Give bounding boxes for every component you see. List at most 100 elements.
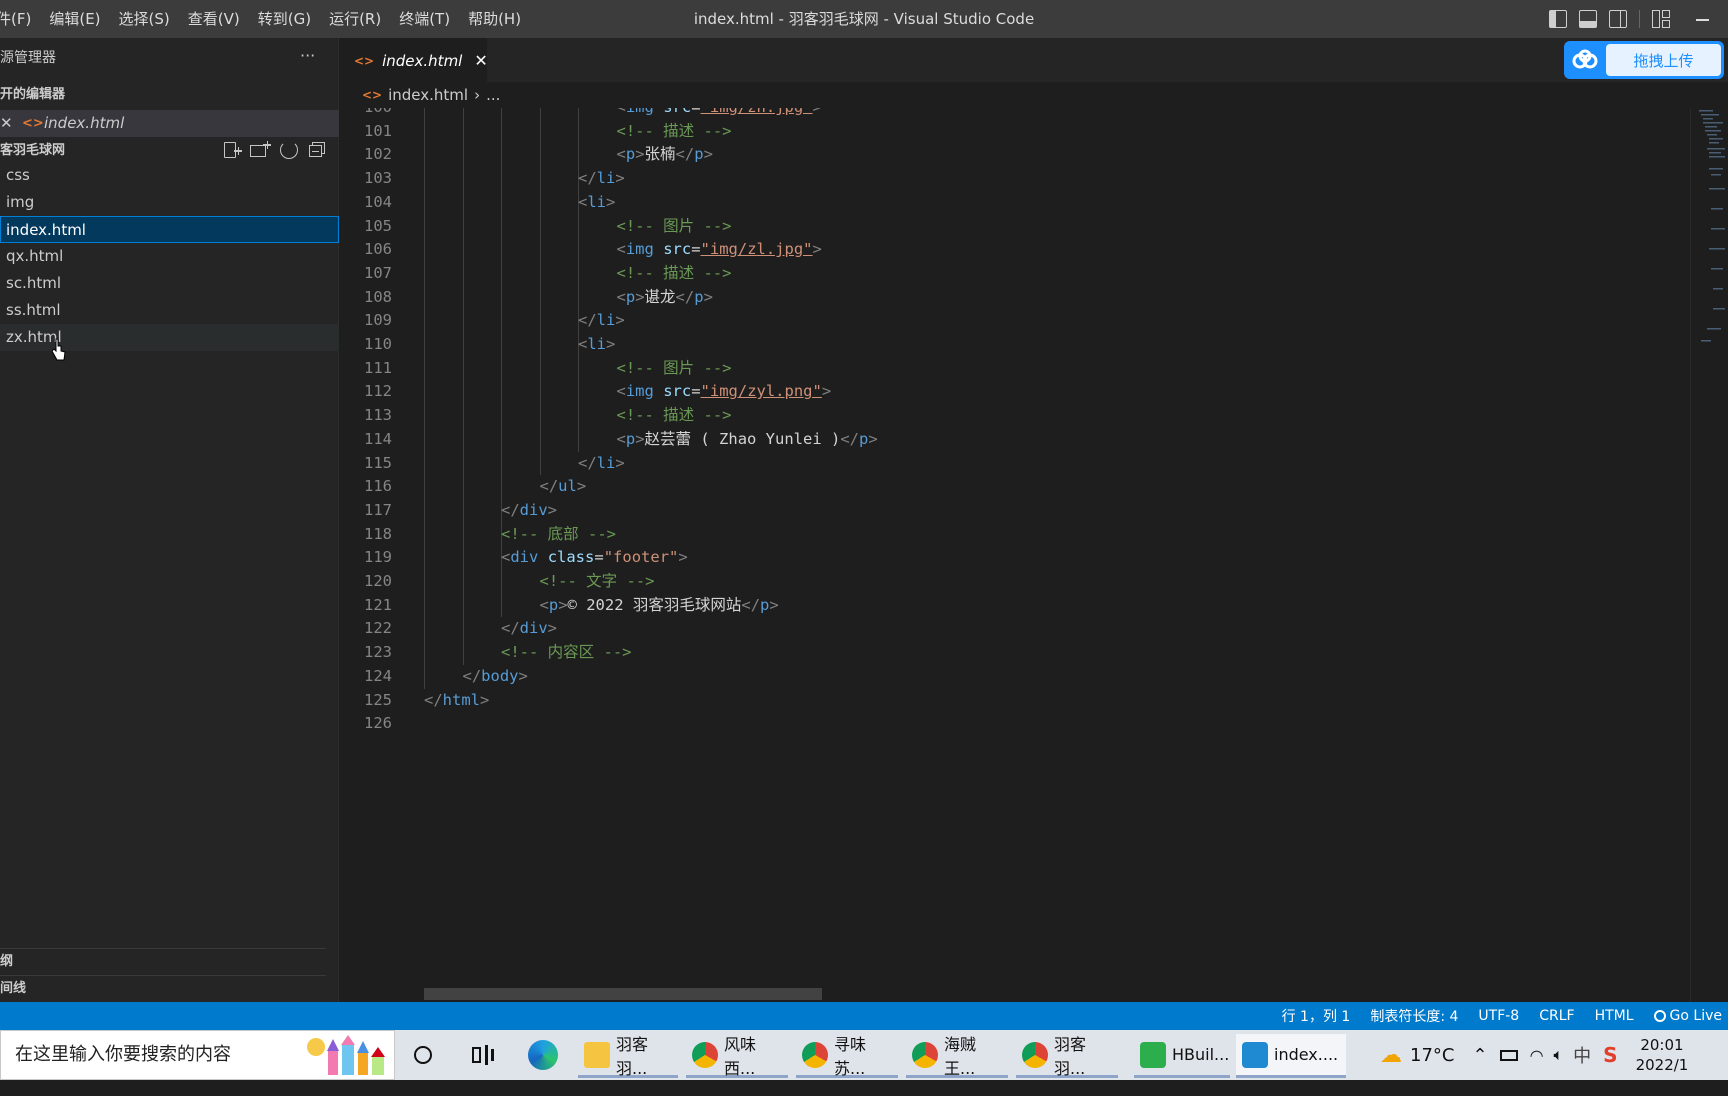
code-line[interactable]: 115 </li> [340, 452, 1640, 476]
code-line[interactable]: 117 </div> [340, 499, 1640, 523]
taskbar-search[interactable]: 在这里输入你要搜索的内容 [0, 1030, 395, 1080]
code-line[interactable]: 119 <div class="footer"> [340, 546, 1640, 570]
file-tree-item[interactable]: img [0, 189, 339, 216]
code-token: </ [501, 619, 520, 638]
timeline-section[interactable]: 时间线 [0, 975, 326, 1001]
taskbar-app[interactable]: 羽客羽... [1016, 1034, 1118, 1078]
refresh-icon[interactable] [280, 141, 298, 159]
code-line[interactable]: 100 <img src="img/zn.jpg"> [340, 108, 1640, 120]
outline-section[interactable]: 大纲 [0, 948, 326, 974]
ime-indicator[interactable]: 中 [1573, 1042, 1591, 1068]
code-line[interactable]: 126 [340, 712, 1640, 736]
code-line[interactable]: 110 <li> [340, 333, 1640, 357]
code-line[interactable]: 111 <!-- 图片 --> [340, 357, 1640, 381]
language-mode[interactable]: HTML [1595, 1008, 1634, 1024]
code-line[interactable]: 106 <img src="img/zl.jpg"> [340, 238, 1640, 262]
battery-icon[interactable] [1499, 1049, 1518, 1061]
file-tree-item[interactable]: css [0, 162, 339, 189]
menu-help[interactable]: 帮助(H) [459, 0, 530, 38]
code-line[interactable]: 107 <!-- 描述 --> [340, 262, 1640, 286]
chevron-up-icon[interactable]: ⌃ [1472, 1045, 1487, 1066]
minimize-icon[interactable] [1682, 10, 1712, 28]
code-line[interactable]: 125 </html> [340, 689, 1640, 713]
task-view-icon[interactable] [472, 1045, 494, 1065]
volume-icon[interactable]: 🔈︎ [1554, 1045, 1564, 1065]
toggle-panel-icon[interactable] [1579, 10, 1597, 28]
code-line[interactable]: 118 <!-- 底部 --> [340, 523, 1640, 547]
menu-file[interactable]: 文件(F) [0, 0, 40, 38]
open-editors-section[interactable]: 打开的编辑器 [0, 81, 326, 108]
taskbar-app[interactable]: 寻味苏... [796, 1034, 898, 1078]
taskbar-app[interactable]: index.... [1236, 1034, 1346, 1078]
code-line[interactable]: 114 <p>赵芸蕾 ( Zhao Yunlei )</p> [340, 428, 1640, 452]
weather-temp[interactable]: 17°C [1410, 1045, 1454, 1066]
code-token: = [691, 382, 701, 401]
customize-layout-icon[interactable] [1652, 10, 1670, 28]
code-token: > [576, 477, 587, 496]
security-s-icon[interactable]: S [1603, 1043, 1617, 1067]
tab-index-html[interactable]: <> index.html ✕ [340, 38, 488, 82]
taskbar-app-label: 海贼王... [944, 1034, 977, 1078]
more-actions-icon[interactable]: ··· [300, 46, 315, 65]
line-number: 102 [364, 145, 392, 164]
wifi-icon[interactable]: ◠ [1530, 1046, 1544, 1065]
menu-view[interactable]: 查看(V) [179, 0, 249, 38]
tab-size[interactable]: 制表符长度: 4 [1370, 1006, 1458, 1026]
file-tree-item[interactable]: sc.html [0, 270, 339, 297]
breadcrumb-file[interactable]: index.html [388, 86, 468, 104]
code-line[interactable]: 101 <!-- 描述 --> [340, 120, 1640, 144]
file-tree-item-hover[interactable]: zx.html [0, 324, 339, 351]
code-line[interactable]: 112 <img src="img/zyl.png"> [340, 380, 1640, 404]
breadcrumb-symbol[interactable]: ... [486, 86, 500, 104]
code-line[interactable]: 109 </li> [340, 309, 1640, 333]
encoding[interactable]: UTF-8 [1478, 1008, 1519, 1024]
minimap[interactable] [1690, 108, 1728, 1002]
menu-edit[interactable]: 编辑(E) [40, 0, 109, 38]
collapse-all-icon[interactable] [308, 141, 326, 159]
cursor-position[interactable]: 行 1，列 1 [1282, 1006, 1351, 1026]
edge-icon[interactable] [528, 1040, 558, 1070]
line-ending[interactable]: CRLF [1539, 1008, 1574, 1024]
code-text: <!-- 文字 --> [540, 570, 655, 594]
toggle-secondary-sidebar-icon[interactable] [1609, 10, 1627, 28]
code-editor[interactable]: 100<img src="img/zn.jpg">101<!-- 描述 -->1… [340, 108, 1690, 1002]
code-line[interactable]: 122 </div> [340, 617, 1640, 641]
taskbar-app[interactable]: 风味西... [686, 1034, 788, 1078]
taskbar-app[interactable]: 海贼王... [906, 1034, 1008, 1078]
menu-go[interactable]: 转到(G) [249, 0, 320, 38]
code-line[interactable]: 121 <p>© 2022 羽客羽毛球网站</p> [340, 594, 1640, 618]
file-tree-item[interactable]: ss.html [0, 297, 339, 324]
new-folder-icon[interactable] [250, 140, 271, 159]
code-line[interactable]: 120 <!-- 文字 --> [340, 570, 1640, 594]
code-token: </ [578, 169, 597, 188]
code-line[interactable]: 103 </li> [340, 167, 1640, 191]
upload-widget[interactable]: 拖拽上传 [1564, 41, 1724, 79]
code-line[interactable]: 123 <!-- 内容区 --> [340, 641, 1640, 665]
close-icon[interactable]: ✕ [0, 110, 13, 137]
taskbar-app[interactable]: HBuil... [1134, 1034, 1230, 1078]
code-line[interactable]: 116 </ul> [340, 475, 1640, 499]
code-line[interactable]: 113 <!-- 描述 --> [340, 404, 1640, 428]
toggle-primary-sidebar-icon[interactable] [1549, 10, 1567, 28]
menu-terminal[interactable]: 终端(T) [390, 0, 459, 38]
code-text: </li> [578, 452, 625, 476]
new-file-icon[interactable] [222, 141, 242, 159]
close-icon[interactable]: ✕ [474, 51, 487, 70]
go-live-button[interactable]: Go Live [1653, 1008, 1722, 1024]
code-line[interactable]: 124 </body> [340, 665, 1640, 689]
file-tree-item[interactable]: qx.html [0, 243, 339, 270]
cortana-icon[interactable] [414, 1046, 432, 1064]
file-tree-item-selected[interactable]: index.html [0, 216, 339, 243]
clock[interactable]: 20:01 2022/1 [1636, 1035, 1689, 1075]
menu-run[interactable]: 运行(R) [320, 0, 390, 38]
taskbar-app[interactable]: 羽客羽... [578, 1034, 678, 1078]
code-line[interactable]: 102 <p>张楠</p> [340, 143, 1640, 167]
code-line[interactable]: 105 <!-- 图片 --> [340, 215, 1640, 239]
code-line[interactable]: 104 <li> [340, 191, 1640, 215]
menu-selection[interactable]: 选择(S) [110, 0, 179, 38]
horizontal-scrollbar[interactable] [424, 988, 822, 1000]
weather-icon[interactable]: ☁ [1380, 1043, 1402, 1068]
code-line[interactable]: 108 <p>谌龙</p> [340, 286, 1640, 310]
open-editor-item[interactable]: ✕ <> index.html [0, 110, 339, 137]
